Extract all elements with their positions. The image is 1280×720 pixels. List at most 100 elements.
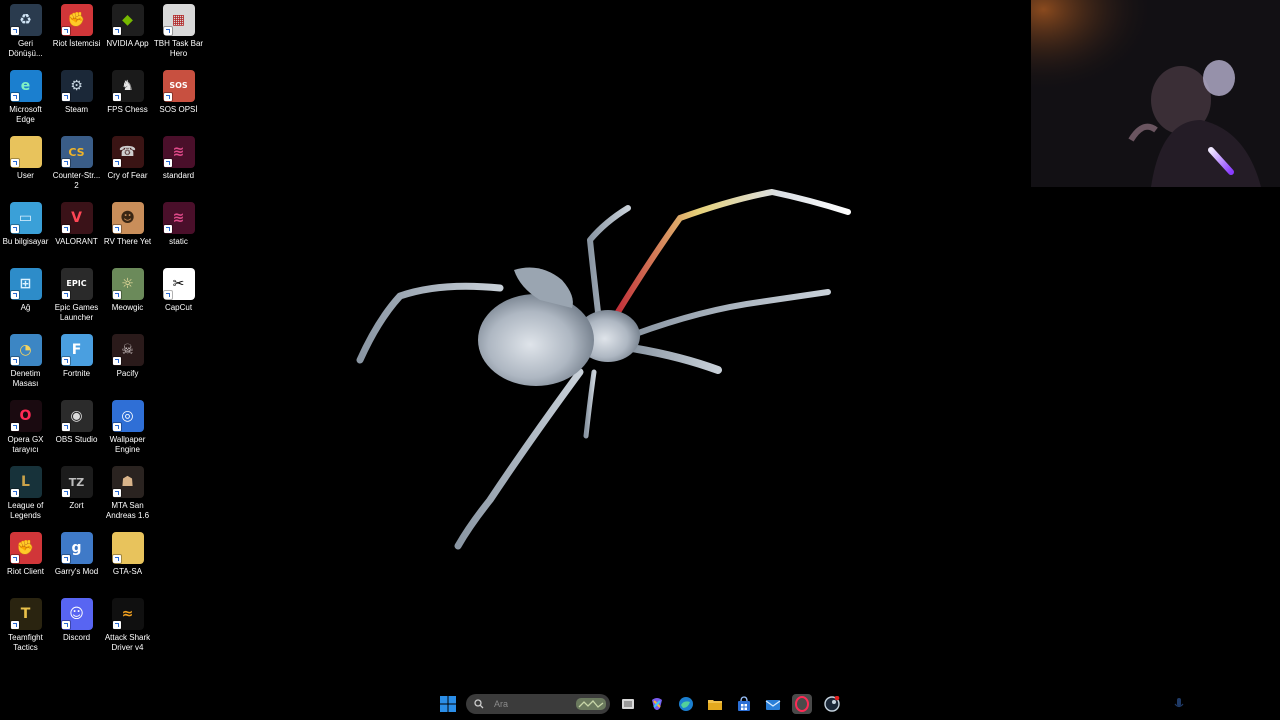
desktop-icon-label: Steam [64, 105, 89, 114]
desktop-icon[interactable]: ▭ Bu bilgisayar [0, 198, 51, 264]
taskbar: Ara [0, 688, 1280, 720]
copilot-button[interactable] [647, 694, 667, 714]
desktop-icon-label: Opera GX tarayıcı [7, 435, 44, 454]
desktop-icon[interactable]: ◔ Denetim Masası [0, 330, 51, 396]
desktop-icon[interactable]: ⊞ Ağ [0, 264, 51, 330]
search-highlight-icon [576, 698, 606, 710]
desktop-icon[interactable]: ▦ TBH Task Bar Hero [153, 0, 204, 66]
desktop-icon[interactable]: GTA-SA [102, 528, 153, 594]
desktop-icon[interactable]: ☺ Discord [51, 594, 102, 660]
desktop-icon-label: Fortnite [62, 369, 91, 378]
desktop-icon-label: standard [162, 171, 195, 180]
desktop-icon-label: OBS Studio [55, 435, 98, 444]
desktop-icon[interactable]: TZ Zort [51, 462, 102, 528]
desktop-icon-label: Riot Client [7, 567, 44, 576]
shortcut-arrow-icon [10, 423, 19, 431]
copilot-icon [652, 698, 662, 710]
control-panel-icon: ◔ [9, 334, 42, 366]
mail-icon [765, 700, 781, 710]
nvidia-icon: ◆ [111, 4, 144, 36]
shortcut-arrow-icon [61, 291, 70, 299]
tbh-task-bar-hero-icon: ▦ [162, 4, 195, 36]
shortcut-arrow-icon [112, 357, 121, 365]
desktop[interactable]: ♻ Geri Dönüşü... e Microsoft Edge User ▭ Bu bi… [0, 0, 1280, 720]
desktop-icon[interactable]: g Garry's Mod [51, 528, 102, 594]
desktop-icon-label: GTA-SA [112, 567, 143, 576]
sos-opsi-icon: SOS [162, 70, 195, 102]
start-button[interactable] [438, 694, 458, 714]
desktop-icon[interactable]: ♞ FPS Chess [102, 66, 153, 132]
garrys-mod-icon: g [60, 532, 93, 564]
wallpaper-engine-icon: ◎ [111, 400, 144, 432]
desktop-icon-label: Counter-Str... 2 [52, 171, 101, 190]
desktop-icon[interactable]: L League of Legends [0, 462, 51, 528]
desktop-icon-label: Attack Shark Driver v4 [104, 633, 151, 652]
desktop-icon-label: CapCut [164, 303, 193, 312]
desktop-icon[interactable]: e Microsoft Edge [0, 66, 51, 132]
league-of-legends-icon: L [9, 466, 42, 498]
desktop-icon[interactable]: ✂ CapCut [153, 264, 204, 330]
desktop-icon[interactable]: F Fortnite [51, 330, 102, 396]
desktop-icon-label: Discord [62, 633, 91, 642]
task-view-button[interactable] [618, 694, 638, 714]
desktop-icon[interactable]: SOS SOS OPSİ [153, 66, 204, 132]
tray-microphone[interactable] [1172, 696, 1186, 710]
counter-strike-icon: CS [60, 136, 93, 168]
desktop-icon[interactable]: ☼ Meowgic [102, 264, 153, 330]
opera-gx-icon [795, 696, 809, 712]
desktop-icon[interactable]: ☗ MTA San Andreas 1.6 [102, 462, 153, 528]
desktop-icon[interactable]: CS Counter-Str... 2 [51, 132, 102, 198]
desktop-icon[interactable]: V VALORANT [51, 198, 102, 264]
shortcut-arrow-icon [112, 159, 121, 167]
desktop-icon[interactable]: ≋ standard [153, 132, 204, 198]
desktop-icon[interactable]: ◆ NVIDIA App [102, 0, 153, 66]
desktop-icon-label: Teamfight Tactics [8, 633, 43, 652]
shortcut-arrow-icon [61, 621, 70, 629]
desktop-icon-label: TBH Task Bar Hero [153, 39, 204, 58]
shortcut-arrow-icon [112, 225, 121, 233]
shortcut-arrow-icon [10, 489, 19, 497]
desktop-icon[interactable]: ☻ RV There Yet [102, 198, 153, 264]
folder-icon [111, 532, 144, 564]
edge-taskbar-button[interactable] [676, 694, 696, 714]
desktop-icon[interactable]: ♻ Geri Dönüşü... [0, 0, 51, 66]
steam-taskbar-button[interactable] [822, 694, 842, 714]
shortcut-arrow-icon [10, 159, 19, 167]
desktop-icon-label: Wallpaper Engine [109, 435, 146, 454]
attack-shark-icon: ≈ [111, 598, 144, 630]
desktop-icon-label: Microsoft Edge [9, 105, 42, 124]
shortcut-arrow-icon [10, 621, 19, 629]
desktop-icon[interactable]: ☠ Pacify [102, 330, 153, 396]
shortcut-arrow-icon [61, 93, 70, 101]
desktop-icon[interactable]: ≈ Attack Shark Driver v4 [102, 594, 153, 660]
shortcut-arrow-icon [163, 27, 172, 35]
taskbar-search[interactable]: Ara [466, 694, 610, 714]
mta-san-andreas-icon: ☗ [111, 466, 144, 498]
desktop-icon[interactable]: O Opera GX tarayıcı [0, 396, 51, 462]
desktop-icon-label: Garry's Mod [54, 567, 99, 576]
desktop-icon-label: NVIDIA App [106, 39, 149, 48]
opera-gx-taskbar-button[interactable] [792, 694, 812, 714]
capcut-icon: ✂ [162, 268, 195, 300]
desktop-icon[interactable]: ◉ OBS Studio [51, 396, 102, 462]
task-view-icon [622, 699, 634, 709]
app-icon: ≋ [162, 202, 195, 234]
shortcut-arrow-icon [61, 357, 70, 365]
shortcut-arrow-icon [61, 555, 70, 563]
desktop-icon[interactable]: ≋ static [153, 198, 204, 264]
shortcut-arrow-icon [10, 93, 19, 101]
desktop-icon[interactable]: ☎ Cry of Fear [102, 132, 153, 198]
desktop-icon[interactable]: T Teamfight Tactics [0, 594, 51, 660]
desktop-icon[interactable]: User [0, 132, 51, 198]
desktop-icon-label: SOS OPSİ [159, 105, 198, 114]
desktop-icon[interactable]: ⚙ Steam [51, 66, 102, 132]
desktop-icon[interactable]: ◎ Wallpaper Engine [102, 396, 153, 462]
desktop-icon[interactable]: ✊ Riot Client [0, 528, 51, 594]
desktop-icon[interactable]: ✊ Riot İstemcisi [51, 0, 102, 66]
network-icon: ⊞ [9, 268, 42, 300]
store-button[interactable] [734, 694, 754, 714]
mail-button[interactable] [763, 694, 783, 714]
file-explorer-button[interactable] [705, 694, 725, 714]
desktop-icon[interactable]: EPIC Epic Games Launcher [51, 264, 102, 330]
shortcut-arrow-icon [163, 291, 172, 299]
